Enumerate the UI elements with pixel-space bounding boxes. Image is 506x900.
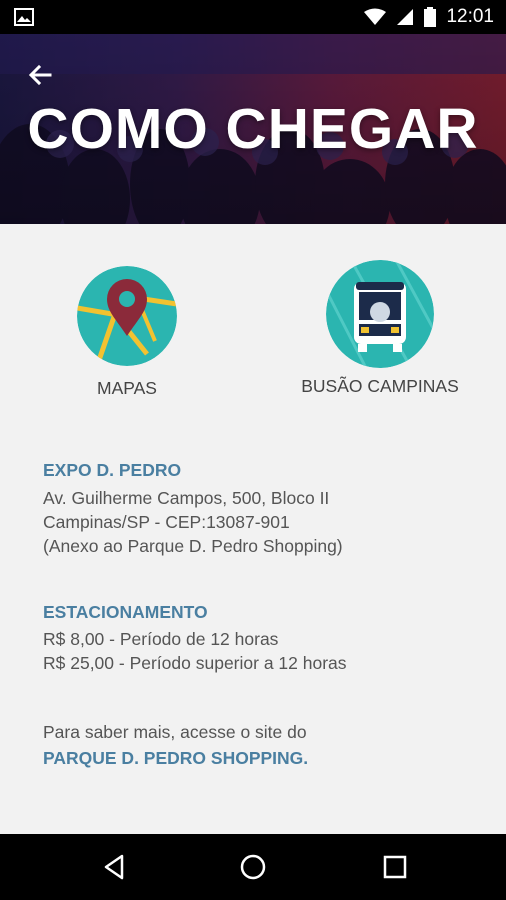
- content-area: MAPAS BUSÃO CAMPINAS EXPO D. PEDRO Av. G…: [0, 224, 506, 834]
- parking-title: ESTACIONAMENTO: [43, 602, 208, 622]
- shopping-site-link[interactable]: PARQUE D. PEDRO SHOPPING.: [43, 748, 308, 769]
- clock: 12:01: [446, 6, 494, 27]
- wifi-icon: [364, 8, 387, 25]
- header-banner: COMO CHEGAR: [0, 34, 506, 224]
- venue-title: EXPO D. PEDRO: [43, 460, 182, 480]
- battery-icon: [424, 7, 437, 27]
- image-icon: [14, 8, 34, 26]
- maps-label: MAPAS: [97, 378, 157, 398]
- more-info-text: Para saber mais, acesse o site do: [43, 722, 307, 742]
- home-circle-icon[interactable]: [238, 852, 268, 882]
- venue-city-line: Campinas/SP - CEP:13087-901: [43, 512, 290, 532]
- page-title: COMO CHEGAR: [27, 97, 479, 161]
- venue-address-line: Av. Guilherme Campos, 500, Bloco II: [43, 488, 330, 508]
- bus-icon: [326, 260, 434, 368]
- parking-price-line: R$ 8,00 - Período de 12 horas: [43, 629, 279, 649]
- back-triangle-icon[interactable]: [100, 852, 130, 882]
- bus-campinas-label: BUSÃO CAMPINAS: [301, 376, 459, 396]
- venue-annex-line: (Anexo ao Parque D. Pedro Shopping): [43, 536, 343, 556]
- signal-icon: [397, 9, 414, 25]
- bus-campinas-button[interactable]: BUSÃO CAMPINAS: [301, 260, 459, 397]
- recents-square-icon[interactable]: [380, 852, 410, 882]
- maps-button[interactable]: MAPAS: [77, 266, 177, 399]
- status-bar: 12:01: [0, 0, 506, 34]
- map-pin-icon: [77, 266, 177, 366]
- parking-price-line: R$ 25,00 - Período superior a 12 horas: [43, 653, 347, 673]
- navigation-bar: [0, 834, 506, 900]
- arrow-back-icon[interactable]: [20, 56, 60, 96]
